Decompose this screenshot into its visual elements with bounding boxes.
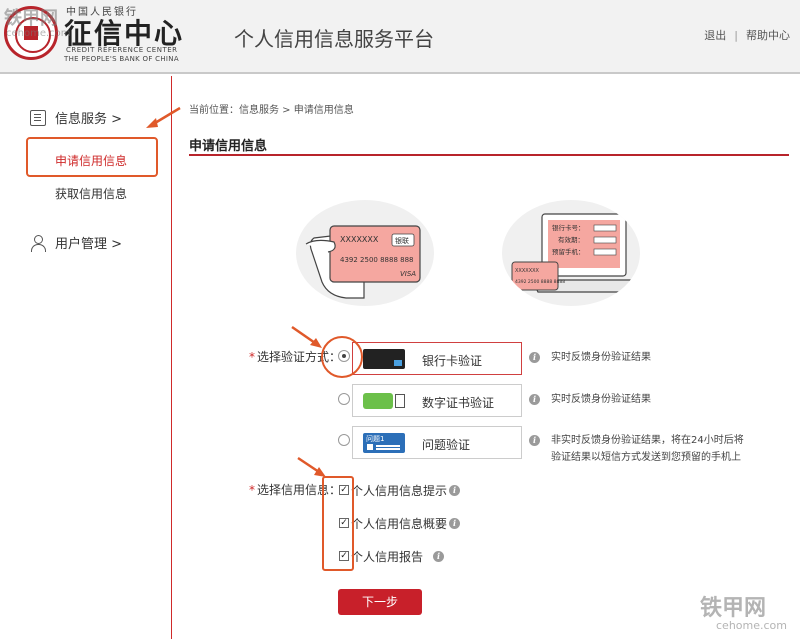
user-icon <box>30 234 46 252</box>
watermark-top-left: 铁甲网 <box>4 8 58 29</box>
checkbox-label: 个人信用信息概要 <box>351 517 448 531</box>
info-icon[interactable]: i <box>433 551 444 562</box>
radio-digital-cert[interactable] <box>338 393 350 405</box>
small-card-name: XXXXXXX <box>515 268 540 274</box>
header-links: 退出 | 帮助中心 <box>704 27 790 43</box>
radio-question[interactable] <box>338 434 350 446</box>
arrow-to-radio <box>291 325 319 347</box>
title-divider <box>189 154 789 156</box>
question-thumbnail: 问题1 <box>363 433 405 453</box>
option-label: 银行卡验证 <box>422 354 483 368</box>
bank-card-illustration: XXXXXXX 银联 4392 2500 8888 888 VISA <box>296 200 434 306</box>
info-icon[interactable]: i <box>449 485 460 496</box>
logo-english-line2: THE PEOPLE'S BANK OF CHINA <box>64 55 179 63</box>
bank-card-thumbnail <box>363 349 405 369</box>
card-name: XXXXXXX <box>340 235 379 244</box>
sidebar-item-get-credit-info[interactable]: 获取信用信息 <box>55 185 127 202</box>
annotation-circle <box>321 336 363 378</box>
next-step-button[interactable]: 下一步 <box>338 589 422 615</box>
option-desc: 实时反馈身份验证结果 <box>551 352 651 363</box>
info-icon[interactable]: i <box>529 394 540 405</box>
card-number: 4392 2500 8888 888 <box>340 256 413 264</box>
sidebar-group-user-management[interactable]: 用户管理 > <box>30 233 122 252</box>
option-digital-cert-verify[interactable]: 数字证书验证 <box>352 384 522 417</box>
arrow-head <box>310 338 322 348</box>
watermark-bottom-right: 铁甲网 <box>700 596 767 621</box>
link-divider: | <box>734 29 738 42</box>
info-icon[interactable]: i <box>529 435 540 446</box>
checkbox-label: 个人信用信息提示 <box>351 484 448 498</box>
form-field-card: 银行卡号： <box>552 223 585 232</box>
logout-link[interactable]: 退出 <box>704 27 726 43</box>
sidebar-group-label: 信息服务 > <box>55 112 123 127</box>
option-bank-card-verify[interactable]: 银行卡验证 <box>352 342 522 375</box>
sidebar-group-info-service[interactable]: 信息服务 > <box>30 108 122 127</box>
section-title: 申请信用信息 <box>189 139 268 154</box>
card-network: VISA <box>400 270 416 278</box>
document-icon <box>30 109 46 126</box>
watermark-bottom-right-sub: cehome.com <box>716 619 787 632</box>
annotation-highlight-box <box>26 137 158 177</box>
small-card-number: 4392 2500 8888 8888 <box>515 279 565 285</box>
watermark-top-left-sub: cehome.com <box>6 28 71 39</box>
option-label: 数字证书验证 <box>422 396 495 410</box>
info-icon[interactable]: i <box>449 518 460 529</box>
option-question-verify[interactable]: 问题1 问题验证 <box>352 426 522 459</box>
breadcrumb: 当前位置：信息服务 > 申请信用信息 <box>189 105 354 116</box>
logo-english-line1: CREDIT REFERENCE CENTER <box>66 46 178 54</box>
card-brand: 银联 <box>395 236 409 245</box>
form-field-expiry: 有效期： <box>558 235 584 244</box>
laptop-illustration: 银行卡号： 有效期： 预留手机： XXXXXXX 4392 2500 8888 … <box>502 200 640 306</box>
usb-key-thumbnail <box>363 391 405 411</box>
option-label: 问题验证 <box>422 438 471 452</box>
sidebar-group-label: 用户管理 > <box>55 237 123 252</box>
option-desc: 实时反馈身份验证结果 <box>551 394 651 405</box>
option-desc-multiline: 非实时反馈身份验证结果，将在24小时后将 验证结果以短信方式发送到您预留的手机上 <box>551 435 744 463</box>
required-mark: * <box>249 350 255 364</box>
arrow-to-checkboxes <box>297 456 323 476</box>
small-card <box>511 261 559 291</box>
info-icon[interactable]: i <box>529 352 540 363</box>
annotation-rect <box>322 476 354 571</box>
checkbox-label: 个人信用报告 <box>351 550 424 564</box>
form-field-phone: 预留手机： <box>552 247 585 256</box>
help-center-link[interactable]: 帮助中心 <box>746 27 790 43</box>
platform-title: 个人信用信息服务平台 <box>234 27 434 51</box>
header: 中国人民银行 征信中心 CREDIT REFERENCE CENTER THE … <box>0 0 800 74</box>
required-mark: * <box>249 483 255 497</box>
